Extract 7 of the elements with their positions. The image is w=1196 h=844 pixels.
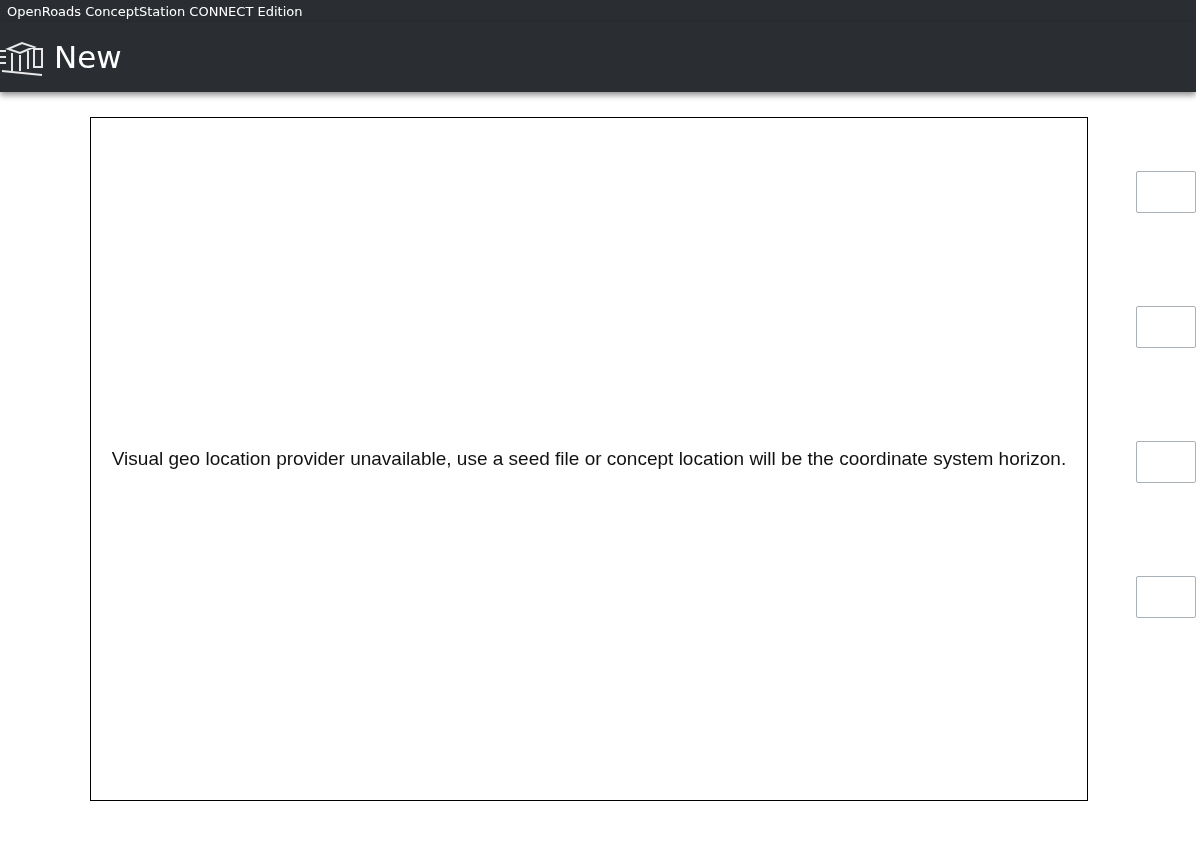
input-field[interactable] (1136, 441, 1196, 483)
input-field[interactable] (1136, 306, 1196, 348)
window-title: OpenRoads ConceptStation CONNECT Edition (0, 0, 1196, 22)
input-field[interactable] (1136, 576, 1196, 618)
input-field[interactable] (1136, 171, 1196, 213)
status-message: Visual geo location provider unavailable, use a seed file or concept location will be the coordinate system horizon. (111, 448, 1067, 470)
page-title: New (54, 39, 122, 75)
